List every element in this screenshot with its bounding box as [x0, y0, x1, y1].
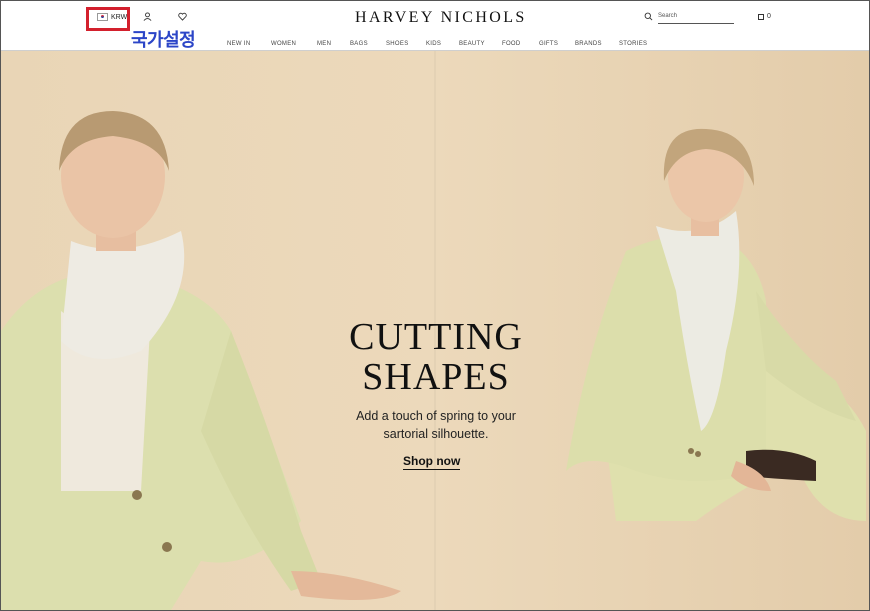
- hero-banner[interactable]: CUTTING SHAPES Add a touch of spring to …: [1, 51, 869, 610]
- currency-highlight-box: [86, 7, 130, 31]
- hero-title-line-2: SHAPES: [362, 356, 510, 398]
- nav-item-bags[interactable]: BAGS: [350, 41, 368, 47]
- nav-item-stories[interactable]: STORIES: [619, 41, 647, 47]
- search-icon[interactable]: [644, 12, 653, 24]
- nav-item-gifts[interactable]: GIFTS: [539, 41, 558, 47]
- hero-title-line-1: CUTTING: [349, 316, 523, 358]
- nav-item-food[interactable]: FOOD: [502, 41, 521, 47]
- wishlist-heart-icon[interactable]: [178, 12, 187, 23]
- hero-headline: CUTTING SHAPES: [301, 317, 571, 397]
- bag-count: 0: [767, 13, 771, 20]
- nav-item-beauty[interactable]: BEAUTY: [459, 41, 485, 47]
- search-input[interactable]: Search: [658, 13, 734, 24]
- shop-now-link[interactable]: Shop now: [403, 454, 461, 470]
- nav-item-men[interactable]: MEN: [317, 41, 331, 47]
- site-logo[interactable]: HARVEY NICHOLS: [355, 9, 527, 27]
- hero-subtitle-line-1: Add a touch of spring to your: [356, 409, 516, 423]
- shopping-bag-button[interactable]: 0: [758, 13, 771, 20]
- nav-item-shoes[interactable]: SHOES: [386, 41, 409, 47]
- account-icon[interactable]: [143, 12, 152, 23]
- nav-item-new-in[interactable]: NEW IN: [227, 41, 250, 47]
- shopping-bag-icon: [758, 13, 764, 20]
- nav-item-kids[interactable]: KIDS: [426, 41, 441, 47]
- country-settings-annotation: 국가설정: [131, 30, 196, 50]
- hero-subtitle: Add a touch of spring to your sartorial …: [321, 407, 551, 443]
- hero-subtitle-line-2: sartorial silhouette.: [383, 427, 489, 441]
- nav-item-women[interactable]: WOMEN: [271, 41, 296, 47]
- nav-item-brands[interactable]: BRANDS: [575, 41, 602, 47]
